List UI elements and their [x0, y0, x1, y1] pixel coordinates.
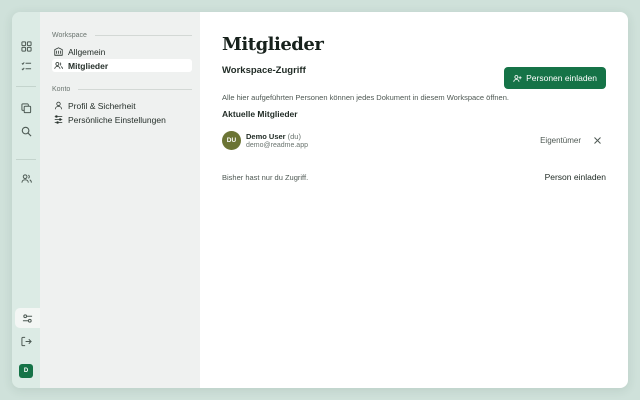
- sidebar-item-personal-settings[interactable]: Persönliche Einstellungen: [52, 113, 192, 126]
- checklist-icon[interactable]: [16, 56, 36, 76]
- member-role: Eigentümer: [540, 135, 581, 145]
- building-icon: [54, 47, 63, 56]
- invite-person-link[interactable]: Person einladen: [545, 172, 606, 182]
- member-you-tag: (du): [287, 131, 301, 141]
- access-note: Bisher hast nur du Zugriff.: [222, 172, 309, 182]
- sidebar-item-label: Mitglieder: [68, 60, 109, 71]
- sidebar-item-members[interactable]: Mitglieder: [52, 59, 192, 72]
- workspace-label: Workspace: [52, 32, 87, 39]
- member-row: DU Demo User (du) demo@readme.app Eigentü…: [222, 130, 606, 150]
- invite-people-button[interactable]: Personen einladen: [504, 67, 606, 89]
- copy-icon[interactable]: [16, 98, 36, 118]
- members-footer: Bisher hast nur du Zugriff. Person einla…: [222, 172, 606, 182]
- members-heading: Aktuelle Mitglieder: [222, 109, 298, 119]
- access-description: Alle hier aufgeführten Personen können j…: [222, 93, 509, 102]
- member-name: Demo User: [246, 131, 286, 141]
- app-window: D Workspace Allgemein Mitglieder Konto P…: [12, 12, 628, 388]
- member-name-line: Demo User (du): [246, 132, 540, 141]
- sidebar-item-profile-security[interactable]: Profil & Sicherheit: [52, 99, 192, 112]
- workspace-group-header: Workspace: [52, 32, 192, 39]
- close-icon[interactable]: [593, 136, 602, 145]
- divider: [94, 35, 192, 36]
- member-avatar: DU: [222, 130, 241, 150]
- team-icon[interactable]: [16, 168, 36, 188]
- account-group-header: Konto: [52, 86, 192, 93]
- user-plus-icon: [513, 74, 522, 82]
- user-icon: [54, 101, 63, 110]
- sidebar-item-label: Profil & Sicherheit: [68, 100, 136, 111]
- section-title: Workspace-Zugriff: [222, 65, 306, 76]
- search-icon[interactable]: [16, 121, 36, 141]
- users-icon: [54, 62, 63, 69]
- member-info: Demo User (du) demo@readme.app: [246, 132, 540, 149]
- user-avatar[interactable]: D: [19, 364, 33, 378]
- settings-sidebar: Workspace Allgemein Mitglieder Konto Pro…: [40, 12, 200, 388]
- divider: [78, 89, 192, 90]
- invite-people-label: Personen einladen: [526, 73, 597, 83]
- section-header: Workspace-Zugriff Personen einladen: [222, 65, 606, 89]
- sliders-icon: [54, 115, 63, 124]
- member-email: demo@readme.app: [246, 141, 308, 149]
- sidebar-item-label: Persönliche Einstellungen: [68, 114, 166, 125]
- settings-icon[interactable]: [15, 308, 40, 328]
- icon-rail: D: [12, 12, 40, 388]
- sidebar-item-label: Allgemein: [68, 46, 106, 57]
- account-label: Konto: [52, 86, 71, 93]
- grid-icon[interactable]: [16, 36, 36, 56]
- sidebar-item-general[interactable]: Allgemein: [52, 45, 192, 58]
- main-content: Mitglieder Workspace-Zugriff Personen ei…: [200, 12, 628, 388]
- page-title: Mitglieder: [222, 34, 324, 55]
- logout-icon[interactable]: [16, 331, 36, 351]
